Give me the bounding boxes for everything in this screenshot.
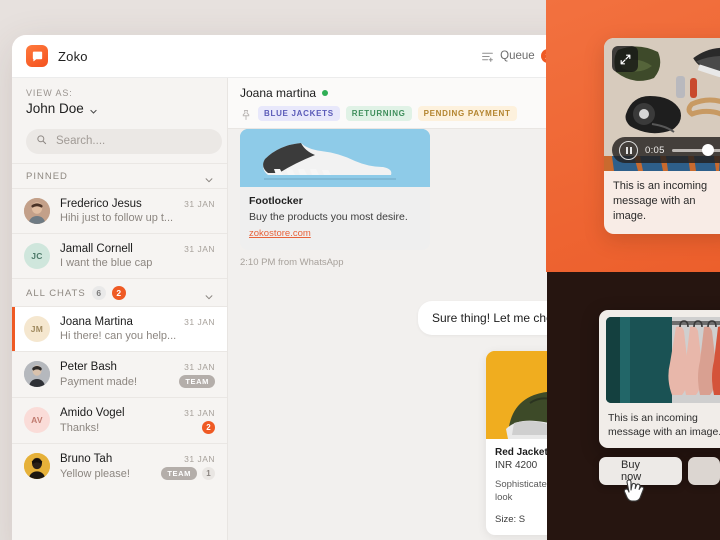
- section-title: ALL CHATS: [26, 287, 86, 299]
- section-header-all-chats[interactable]: ALL CHATS 6 2: [12, 278, 227, 306]
- search-box[interactable]: [26, 128, 222, 154]
- avatar: AV: [24, 407, 50, 433]
- sidebar: VIEW AS: John Doe Search.... PINNED Fred…: [12, 78, 228, 540]
- image-message-caption: This is an incoming message with an imag…: [608, 412, 720, 439]
- team-tag: TEAM: [161, 467, 197, 480]
- message-preview: Hihi just to follow up t...: [60, 212, 174, 224]
- list-item[interactable]: JC Jamall Cornell 31 JAN I want the blue…: [12, 233, 227, 278]
- conversation-contact-name: Joana martina: [240, 86, 317, 100]
- zoko-chat-logo-icon: [26, 45, 48, 67]
- video-message-caption: This is an incoming message with an imag…: [613, 180, 708, 222]
- link-preview-url[interactable]: zokostore.com: [249, 228, 311, 239]
- quick-reply-row: Buy now: [599, 457, 720, 485]
- status-badge: BLUE JACKETS: [258, 106, 340, 121]
- avatar: JC: [24, 243, 50, 269]
- list-item[interactable]: Bruno Tah 31 JAN Yellow please! TEAM 1: [12, 443, 227, 489]
- all-chats-unread: 2: [111, 286, 126, 300]
- image-thumbnail: [606, 317, 720, 403]
- message-preview: Payment made!: [60, 375, 138, 388]
- view-as-selector[interactable]: John Doe: [26, 101, 213, 116]
- pin-icon[interactable]: [240, 108, 252, 120]
- avatar-initials: JM: [30, 324, 44, 334]
- queue-list-icon: [481, 50, 494, 63]
- section-header-pinned[interactable]: PINNED: [12, 163, 227, 188]
- list-item-content: Joana Martina 31 JAN Hi there! can you h…: [60, 316, 215, 342]
- queue-tab-label: Queue: [500, 50, 535, 62]
- avatar-initials: JC: [31, 251, 43, 261]
- chevron-down-icon: [204, 289, 213, 299]
- message-preview: I want the blue cap: [60, 257, 153, 269]
- view-as-value: John Doe: [26, 101, 84, 116]
- message-date: 31 JAN: [184, 317, 215, 327]
- section-title: PINNED: [26, 171, 68, 182]
- incoming-image-message-card[interactable]: This is an incoming message with an imag…: [599, 310, 720, 449]
- chevron-down-icon: [89, 104, 98, 114]
- search-icon: [36, 132, 47, 150]
- avatar: [24, 453, 50, 479]
- view-as-label: VIEW AS:: [26, 88, 73, 98]
- contact-name: Amido Vogel: [60, 407, 125, 419]
- list-item-content: Frederico Jesus 31 JAN Hihi just to foll…: [60, 198, 215, 224]
- link-preview-body: Footlocker Buy the products you most des…: [240, 187, 430, 250]
- message-preview: Yellow please!: [60, 467, 130, 480]
- search-row: [12, 118, 227, 163]
- link-preview-title: Footlocker: [249, 195, 303, 207]
- brand-name: Zoko: [58, 48, 88, 64]
- search-input[interactable]: [54, 134, 212, 148]
- video-controls[interactable]: 0:05: [612, 137, 720, 163]
- team-tag: TEAM: [179, 375, 215, 388]
- message-date: 31 JAN: [184, 199, 215, 209]
- list-item[interactable]: JM Joana Martina 31 JAN Hi there! can yo…: [12, 306, 227, 351]
- list-item-content: Bruno Tah 31 JAN Yellow please! TEAM 1: [60, 453, 215, 480]
- message-date: 31 JAN: [184, 454, 215, 464]
- avatar-initials: AV: [31, 415, 43, 425]
- contact-name: Frederico Jesus: [60, 198, 142, 210]
- contact-name: Joana Martina: [60, 316, 133, 328]
- list-item[interactable]: Peter Bash 31 JAN Payment made! TEAM: [12, 351, 227, 397]
- status-badge: PENDING PAYMENT: [417, 106, 517, 121]
- avatar: [24, 361, 50, 387]
- avatar: JM: [24, 316, 50, 342]
- unread-badge: 2: [202, 421, 215, 434]
- list-item-content: Amido Vogel 31 JAN Thanks! 2: [60, 407, 215, 434]
- message-preview: Hi there! can you help...: [60, 330, 177, 342]
- contact-name: Bruno Tah: [60, 453, 113, 465]
- expand-arrows-icon[interactable]: [612, 46, 638, 72]
- link-preview-image: [240, 129, 430, 187]
- online-status-dot: [322, 90, 329, 96]
- message-date: 31 JAN: [184, 362, 215, 372]
- link-preview-subtitle: Buy the products you most desire.: [249, 211, 408, 223]
- screen: Zoko Queue 2: [0, 0, 720, 540]
- message-preview: Thanks!: [60, 421, 100, 434]
- unread-badge: 1: [202, 467, 215, 480]
- incoming-video-message-card[interactable]: 0:05 This is an incoming message with an…: [604, 38, 720, 234]
- link-preview-card[interactable]: Footlocker Buy the products you most des…: [240, 129, 430, 250]
- all-chats-count: 6: [91, 286, 106, 300]
- list-item-content: Jamall Cornell 31 JAN I want the blue ca…: [60, 243, 215, 269]
- list-item[interactable]: Frederico Jesus 31 JAN Hihi just to foll…: [12, 188, 227, 233]
- avatar: [24, 198, 50, 224]
- list-item-content: Peter Bash 31 JAN Payment made! TEAM: [60, 361, 215, 388]
- video-progress-knob[interactable]: [701, 144, 714, 156]
- quick-reply-secondary-button[interactable]: [688, 457, 720, 485]
- brand: Zoko: [12, 45, 88, 67]
- video-time: 0:05: [645, 144, 665, 156]
- list-item[interactable]: AV Amido Vogel 31 JAN Thanks! 2: [12, 397, 227, 443]
- chevron-down-icon: [204, 172, 213, 183]
- message-date: 31 JAN: [184, 408, 215, 418]
- pause-icon[interactable]: [619, 140, 638, 160]
- contact-name: Peter Bash: [60, 361, 117, 373]
- video-thumbnail: 0:05: [604, 38, 720, 171]
- status-badge: RETURNING: [345, 106, 412, 121]
- video-progress-slider[interactable]: [671, 144, 720, 156]
- contact-name: Jamall Cornell: [60, 243, 133, 255]
- message-date: 31 JAN: [184, 244, 215, 254]
- view-as-block: VIEW AS: John Doe: [12, 78, 227, 118]
- buy-now-button[interactable]: Buy now: [599, 457, 682, 485]
